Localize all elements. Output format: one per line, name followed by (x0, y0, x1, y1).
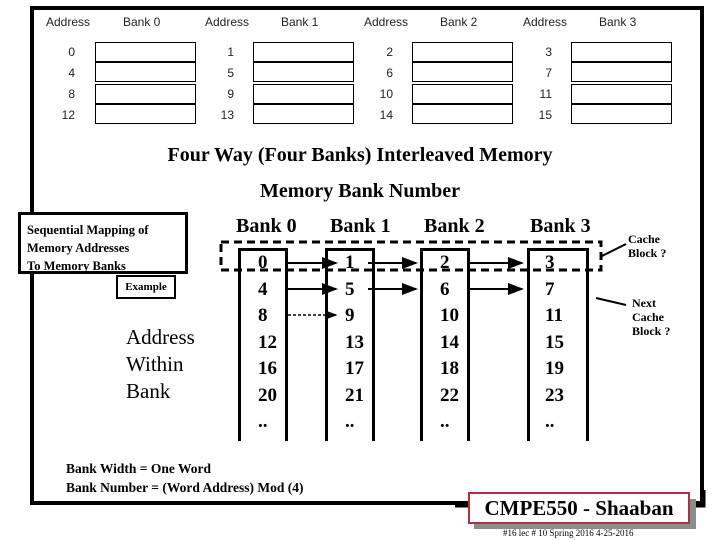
next-cache-block-note: Next Cache Block ? (632, 296, 670, 338)
cache-block-note: Cache Block ? (628, 232, 666, 260)
slide-footer: #16 lec # 10 Spring 2016 4-25-2016 (503, 528, 634, 538)
note-line: Next (632, 296, 656, 310)
bank-number-formula: Bank Number = (Word Address) Mod (4) (66, 480, 304, 495)
callout-line: Sequential Mapping of (27, 223, 149, 237)
note-line: Cache (632, 310, 664, 324)
bank-width-formula: Bank Width = One Word (66, 461, 211, 476)
address-within-line: Address (126, 325, 195, 349)
note-line: Block ? (628, 246, 667, 260)
example-label: Example (116, 275, 176, 299)
address-within-bank-label: Address Within Bank (126, 324, 195, 405)
callout-line: Memory Addresses (27, 241, 130, 255)
note-line: Block ? (632, 324, 671, 338)
cache-block-pointer (601, 243, 627, 257)
note-line: Cache (628, 232, 660, 246)
cache-block-outline (219, 240, 603, 272)
address-within-line: Within (126, 352, 184, 376)
callout-line: To Memory Banks (27, 259, 126, 273)
address-within-line: Bank (126, 379, 171, 403)
sequential-mapping-callout: Sequential Mapping of Memory Addresses T… (18, 212, 188, 274)
next-cache-block-pointer (595, 297, 627, 306)
course-badge: CMPE550 - Shaaban (468, 492, 690, 524)
